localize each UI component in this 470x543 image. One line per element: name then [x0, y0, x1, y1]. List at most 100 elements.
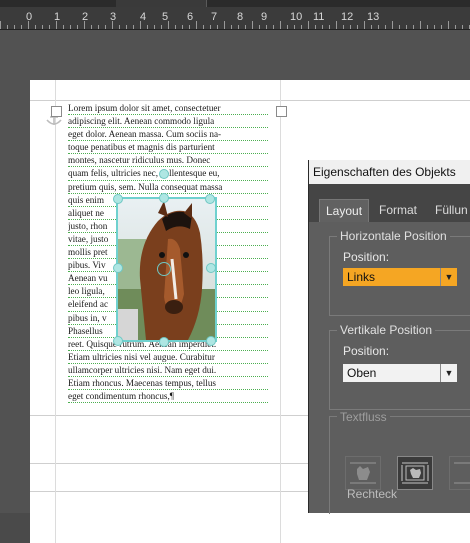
- ruler-tick: [98, 25, 99, 29]
- resize-handle[interactable]: [159, 337, 169, 347]
- margin-guide: [280, 80, 281, 543]
- text-line: eget dolor. Aenean massa. Cum sociis na-: [68, 128, 268, 142]
- chevron-down-icon[interactable]: ▼: [440, 364, 457, 382]
- ruler-tick: [182, 25, 183, 29]
- textflow-mode-label: Rechteck: [347, 487, 398, 501]
- ruler-tick: [161, 25, 162, 29]
- ruler-tick: [266, 25, 267, 29]
- resize-handle[interactable]: [206, 263, 216, 273]
- title-bar: [0, 0, 470, 7]
- ruler-tick: [175, 25, 176, 29]
- tab-layout[interactable]: Layout: [319, 199, 370, 222]
- ruler-number: 9: [261, 11, 268, 23]
- margin-guide: [55, 80, 56, 543]
- tab-format[interactable]: Format: [373, 199, 423, 222]
- ruler-tick: [462, 25, 463, 29]
- ruler-tick: [315, 25, 316, 29]
- panel-body: Horizontale Position Position: Links ▼ V…: [309, 222, 470, 514]
- ruler-tick: [392, 21, 393, 29]
- ruler-tick: [70, 25, 71, 29]
- chevron-down-icon[interactable]: ▼: [440, 268, 457, 286]
- ruler-tick: [294, 25, 295, 29]
- text-line: eget condimentum rhoncus,¶: [68, 390, 268, 404]
- margin-guide: [30, 100, 470, 101]
- ruler-tick: [49, 25, 50, 29]
- ruler-tick: [7, 25, 8, 29]
- resize-handle[interactable]: [205, 194, 215, 204]
- resize-handle[interactable]: [206, 336, 216, 346]
- ruler-number: 10: [290, 11, 303, 23]
- ruler-tick: [28, 21, 29, 29]
- ruler-number: 7: [211, 11, 218, 23]
- ruler-tick: [0, 21, 1, 29]
- horizontal-position-label: Position:: [343, 250, 390, 264]
- ruler-tick: [322, 25, 323, 29]
- tab-fill[interactable]: Füllun: [429, 199, 470, 222]
- ruler-tick: [238, 25, 239, 29]
- rotation-center[interactable]: [157, 262, 171, 276]
- frame-port[interactable]: [276, 106, 287, 117]
- ruler-tick: [189, 25, 190, 29]
- resize-handle[interactable]: [113, 336, 123, 346]
- horizontal-position-value: Links: [347, 270, 376, 284]
- ruler-tick: [245, 25, 246, 29]
- vertical-position-select[interactable]: Oben ▼: [343, 364, 457, 382]
- ruler-tick: [217, 25, 218, 29]
- wrap-rectangle-button[interactable]: [397, 456, 433, 490]
- ruler-number: 13: [367, 11, 380, 23]
- ruler-tick: [336, 21, 337, 29]
- ruler-tick: [140, 21, 141, 29]
- wrap-contour-button[interactable]: [449, 456, 470, 490]
- ruler-tick: [203, 25, 204, 29]
- ruler-number: 6: [187, 11, 194, 23]
- ruler-tick: [259, 25, 260, 29]
- ruler-tick: [105, 25, 106, 29]
- ruler-tick: [252, 21, 253, 29]
- ruler-tick: [448, 21, 449, 29]
- ruler-tick: [406, 25, 407, 29]
- ruler-tick: [126, 25, 127, 29]
- ruler-tick: [91, 25, 92, 29]
- ruler-number: 8: [237, 11, 244, 23]
- ruler-tick: [427, 25, 428, 29]
- ruler-tick: [378, 25, 379, 29]
- ruler-tick: [364, 21, 365, 29]
- ruler-tick: [280, 21, 281, 29]
- vertical-position-label: Position:: [343, 344, 390, 358]
- ruler-tick: [420, 21, 421, 29]
- ruler-tick: [35, 25, 36, 29]
- document-tab[interactable]: [116, 0, 207, 7]
- ruler-number: 12: [341, 11, 354, 23]
- frame-port[interactable]: [51, 106, 62, 117]
- ruler-number: 2: [82, 11, 89, 23]
- text-line: toque penatibus et magnis dis parturient: [68, 141, 268, 155]
- ruler-tick: [350, 25, 351, 29]
- panel-title[interactable]: Eigenschaften des Objekts: [309, 160, 470, 184]
- ruler-tick: [301, 25, 302, 29]
- ruler-number: 3: [110, 11, 117, 23]
- resize-handle[interactable]: [113, 194, 123, 204]
- resize-handle[interactable]: [113, 263, 123, 273]
- ruler-tick: [154, 25, 155, 29]
- horizontal-position-select[interactable]: Links ▼: [343, 268, 457, 286]
- text-line: montes, nascetur ridiculus mus. Donec: [68, 154, 268, 168]
- panel-tabs: Layout Format Füllun: [309, 184, 470, 222]
- horizontal-position-heading: Horizontale Position: [337, 229, 450, 243]
- textflow-heading: Textfluss: [337, 410, 390, 424]
- ruler-tick: [399, 25, 400, 29]
- resize-handle[interactable]: [159, 193, 169, 203]
- ruler-tick: [441, 25, 442, 29]
- ruler-tick: [63, 25, 64, 29]
- ruler-number: 1: [54, 11, 61, 23]
- ruler-tick: [413, 25, 414, 29]
- rotate-handle[interactable]: [159, 169, 169, 179]
- wrap-through-button[interactable]: [345, 456, 381, 490]
- horizontal-ruler: 0 1 2 3 4 5 6 7 8 9 10 11 12 13: [0, 7, 470, 30]
- ruler-tick: [224, 21, 225, 29]
- ruler-tick: [371, 25, 372, 29]
- ruler-tick: [21, 25, 22, 29]
- object-properties-panel: Eigenschaften des Objekts Layout Format …: [308, 160, 470, 514]
- text-line: adipiscing elit. Aenean commodo ligula: [68, 115, 268, 129]
- ruler-tick: [112, 21, 113, 29]
- ruler-tick: [287, 25, 288, 29]
